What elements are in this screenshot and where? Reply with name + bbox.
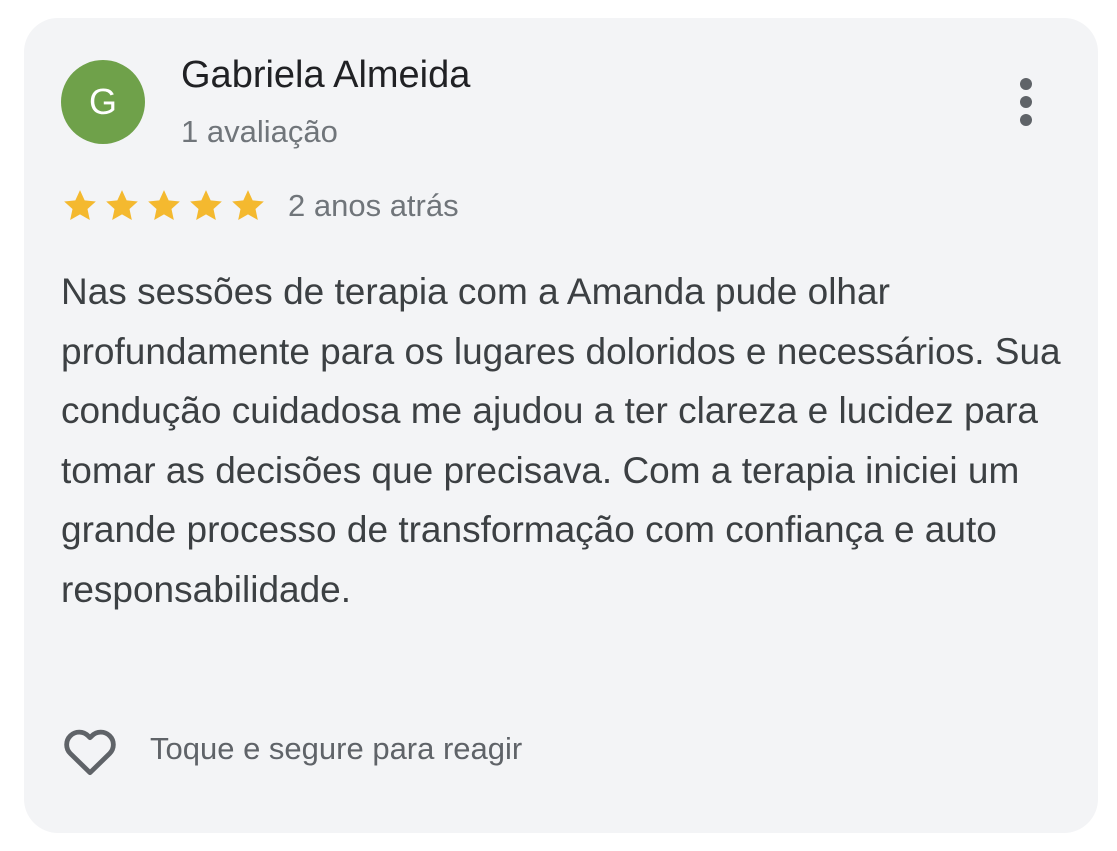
star-rating xyxy=(60,186,268,226)
review-card: G Gabriela Almeida 1 avaliação 2 anos at… xyxy=(24,18,1098,833)
menu-dot xyxy=(1020,114,1032,126)
review-date: 2 anos atrás xyxy=(288,188,459,223)
star-icon xyxy=(106,190,138,220)
heart-outline-icon[interactable] xyxy=(58,718,122,782)
review-count: 1 avaliação xyxy=(181,114,338,149)
menu-dot xyxy=(1020,96,1032,108)
star-icon xyxy=(190,190,222,220)
more-vertical-icon[interactable] xyxy=(1004,70,1048,134)
review-text: Nas sessões de terapia com a Amanda pude… xyxy=(61,271,1061,610)
author-name[interactable]: Gabriela Almeida xyxy=(181,54,470,97)
star-icon xyxy=(64,190,96,220)
avatar[interactable]: G xyxy=(61,60,145,144)
menu-dot xyxy=(1020,78,1032,90)
star-icon xyxy=(232,190,264,220)
react-hint-label: Toque e segure para reagir xyxy=(150,731,523,766)
star-icon xyxy=(148,190,180,220)
